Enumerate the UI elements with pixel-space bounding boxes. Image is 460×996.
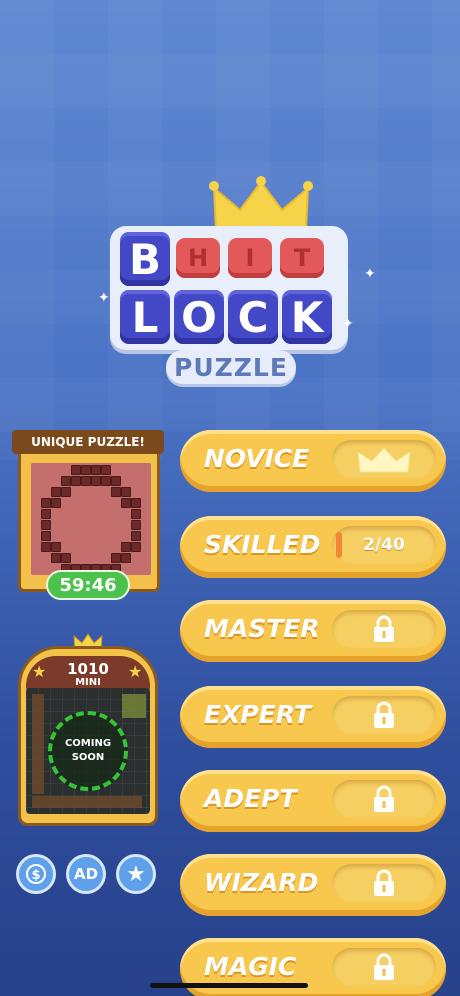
- svg-text:$: $: [31, 868, 40, 883]
- level-master-button[interactable]: MASTER: [180, 600, 446, 662]
- puzzle-block: [131, 520, 141, 530]
- rate-star-button[interactable]: ★: [116, 854, 156, 894]
- unique-puzzle-frame: [18, 436, 160, 592]
- lock-icon: [374, 785, 394, 812]
- puzzle-block: [51, 542, 61, 552]
- logo-panel: B H I T L O C K: [110, 226, 348, 350]
- unique-puzzle-timer: 59:46: [46, 570, 130, 600]
- puzzle-block: [61, 553, 71, 563]
- logo-letter: O: [174, 290, 224, 344]
- level-skilled-button[interactable]: SKILLED 2/40: [180, 516, 446, 578]
- game-logo: B H I T L O C K PUZZLE ✦ ✦ ✦: [98, 176, 376, 391]
- level-progress-slot: 2/40: [332, 526, 436, 564]
- puzzle-block: [121, 487, 131, 497]
- level-label: MASTER: [204, 613, 320, 643]
- puzzle-block: [71, 476, 81, 486]
- mini-1010-card[interactable]: 1010 MINI ★ ★ COMING SOON: [18, 633, 158, 826]
- puzzle-block: [41, 542, 51, 552]
- puzzle-block: [101, 465, 111, 475]
- no-ads-dollar-icon: $: [26, 864, 46, 884]
- logo-letter: B: [120, 232, 170, 286]
- puzzle-block: [41, 520, 51, 530]
- puzzle-block: [41, 531, 51, 541]
- sparkle-icon: ✦: [364, 266, 376, 282]
- unique-puzzle-banner: UNIQUE PUZZLE!: [12, 430, 164, 454]
- mini-subtitle: MINI: [75, 676, 101, 688]
- puzzle-block: [131, 531, 141, 541]
- lock-icon: [374, 615, 394, 642]
- puzzle-block: [61, 476, 71, 486]
- lock-icon: [374, 701, 394, 728]
- puzzle-block: [91, 476, 101, 486]
- puzzle-block: [121, 542, 131, 552]
- sparkle-icon: ✦: [342, 316, 354, 332]
- no-ads-icon: AD: [73, 865, 99, 883]
- unique-puzzle-card[interactable]: UNIQUE PUZZLE! 59:46: [12, 426, 164, 602]
- puzzle-block: [41, 498, 51, 508]
- logo-letter: L: [120, 290, 170, 344]
- star-icon: ★: [126, 861, 146, 887]
- remove-ads-purchase-button[interactable]: $: [16, 854, 56, 894]
- level-status-slot: [332, 440, 436, 478]
- level-label: SKILLED: [204, 529, 321, 559]
- unique-puzzle-preview: [31, 463, 151, 575]
- puzzle-block: [111, 476, 121, 486]
- logo-letter: K: [282, 290, 332, 344]
- puzzle-block: [51, 487, 61, 497]
- puzzle-block: [51, 553, 61, 563]
- mini-title: 1010: [67, 659, 109, 678]
- level-status-slot: [332, 610, 436, 648]
- level-label: ADEPT: [204, 783, 297, 813]
- puzzle-block: [121, 498, 131, 508]
- puzzle-block: [81, 465, 91, 475]
- level-label: NOVICE: [204, 443, 310, 473]
- home-indicator: [150, 983, 308, 988]
- puzzle-block: [131, 509, 141, 519]
- puzzle-block: [71, 465, 81, 475]
- coming-soon-line1: COMING: [64, 738, 112, 749]
- puzzle-block: [101, 476, 111, 486]
- level-status-slot: [332, 948, 436, 986]
- puzzle-block: [51, 498, 61, 508]
- lock-icon: [374, 953, 394, 980]
- puzzle-block: [131, 542, 141, 552]
- star-icon: ★: [128, 662, 143, 681]
- puzzle-block: [121, 553, 131, 563]
- level-label: WIZARD: [204, 867, 319, 897]
- coming-soon-line2: SOON: [71, 752, 105, 763]
- puzzle-block: [91, 465, 101, 475]
- sparkle-icon: ✦: [98, 290, 110, 306]
- lock-icon: [374, 869, 394, 896]
- puzzle-block: [61, 487, 71, 497]
- puzzle-block: [131, 498, 141, 508]
- no-ads-button[interactable]: AD: [66, 854, 106, 894]
- level-progress-text: 2/40: [363, 535, 405, 555]
- coming-soon-badge: COMING SOON: [48, 711, 128, 791]
- logo-letter: T: [280, 238, 324, 278]
- level-status-slot: [332, 696, 436, 734]
- puzzle-block: [41, 509, 51, 519]
- level-adept-button[interactable]: ADEPT: [180, 770, 446, 832]
- puzzle-block: [81, 476, 91, 486]
- logo-letter: C: [228, 290, 278, 344]
- puzzle-block: [111, 487, 121, 497]
- logo-subtitle: PUZZLE: [166, 350, 296, 384]
- puzzle-block: [111, 553, 121, 563]
- star-icon: ★: [32, 662, 47, 681]
- logo-letter: I: [228, 238, 272, 278]
- level-label: EXPERT: [204, 699, 311, 729]
- level-expert-button[interactable]: EXPERT: [180, 686, 446, 748]
- level-status-slot: [332, 864, 436, 902]
- crown-icon: [357, 447, 411, 473]
- level-wizard-button[interactable]: WIZARD: [180, 854, 446, 916]
- level-novice-button[interactable]: NOVICE: [180, 430, 446, 492]
- logo-letter: H: [176, 238, 220, 278]
- level-status-slot: [332, 780, 436, 818]
- level-progress-bar: [336, 532, 342, 558]
